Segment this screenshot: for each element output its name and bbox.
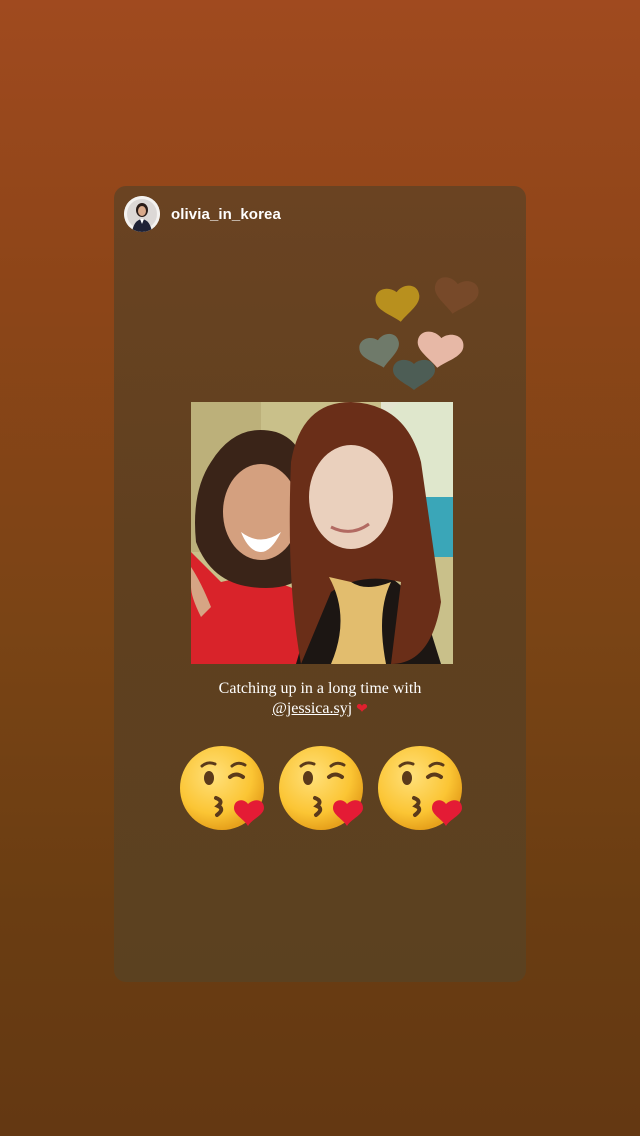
avatar[interactable] <box>124 196 160 232</box>
caption-line-2: @jessica.syj ❤ <box>154 699 486 719</box>
heart-icon <box>435 277 479 314</box>
mention-link[interactable]: @jessica.syj <box>272 700 352 717</box>
kissing-face-icon <box>279 746 363 830</box>
username[interactable]: olivia_in_korea <box>171 206 281 223</box>
hearts-sticker <box>350 256 490 396</box>
story-caption: Catching up in a long time with @jessica… <box>154 679 486 719</box>
kissing-face-icon <box>378 746 462 830</box>
shared-photo <box>191 402 453 664</box>
kissing-face-icon <box>180 746 264 830</box>
story-card: olivia_in_korea Catching up in a long ti… <box>114 186 526 982</box>
heart-icon <box>375 285 420 322</box>
story-header: olivia_in_korea <box>124 196 281 232</box>
caption-text: Catching up in a long time with <box>218 680 422 697</box>
emoji-row <box>178 744 468 840</box>
heart-icon <box>393 359 435 390</box>
avatar-image <box>124 196 160 232</box>
red-heart-icon: ❤ <box>356 701 368 717</box>
